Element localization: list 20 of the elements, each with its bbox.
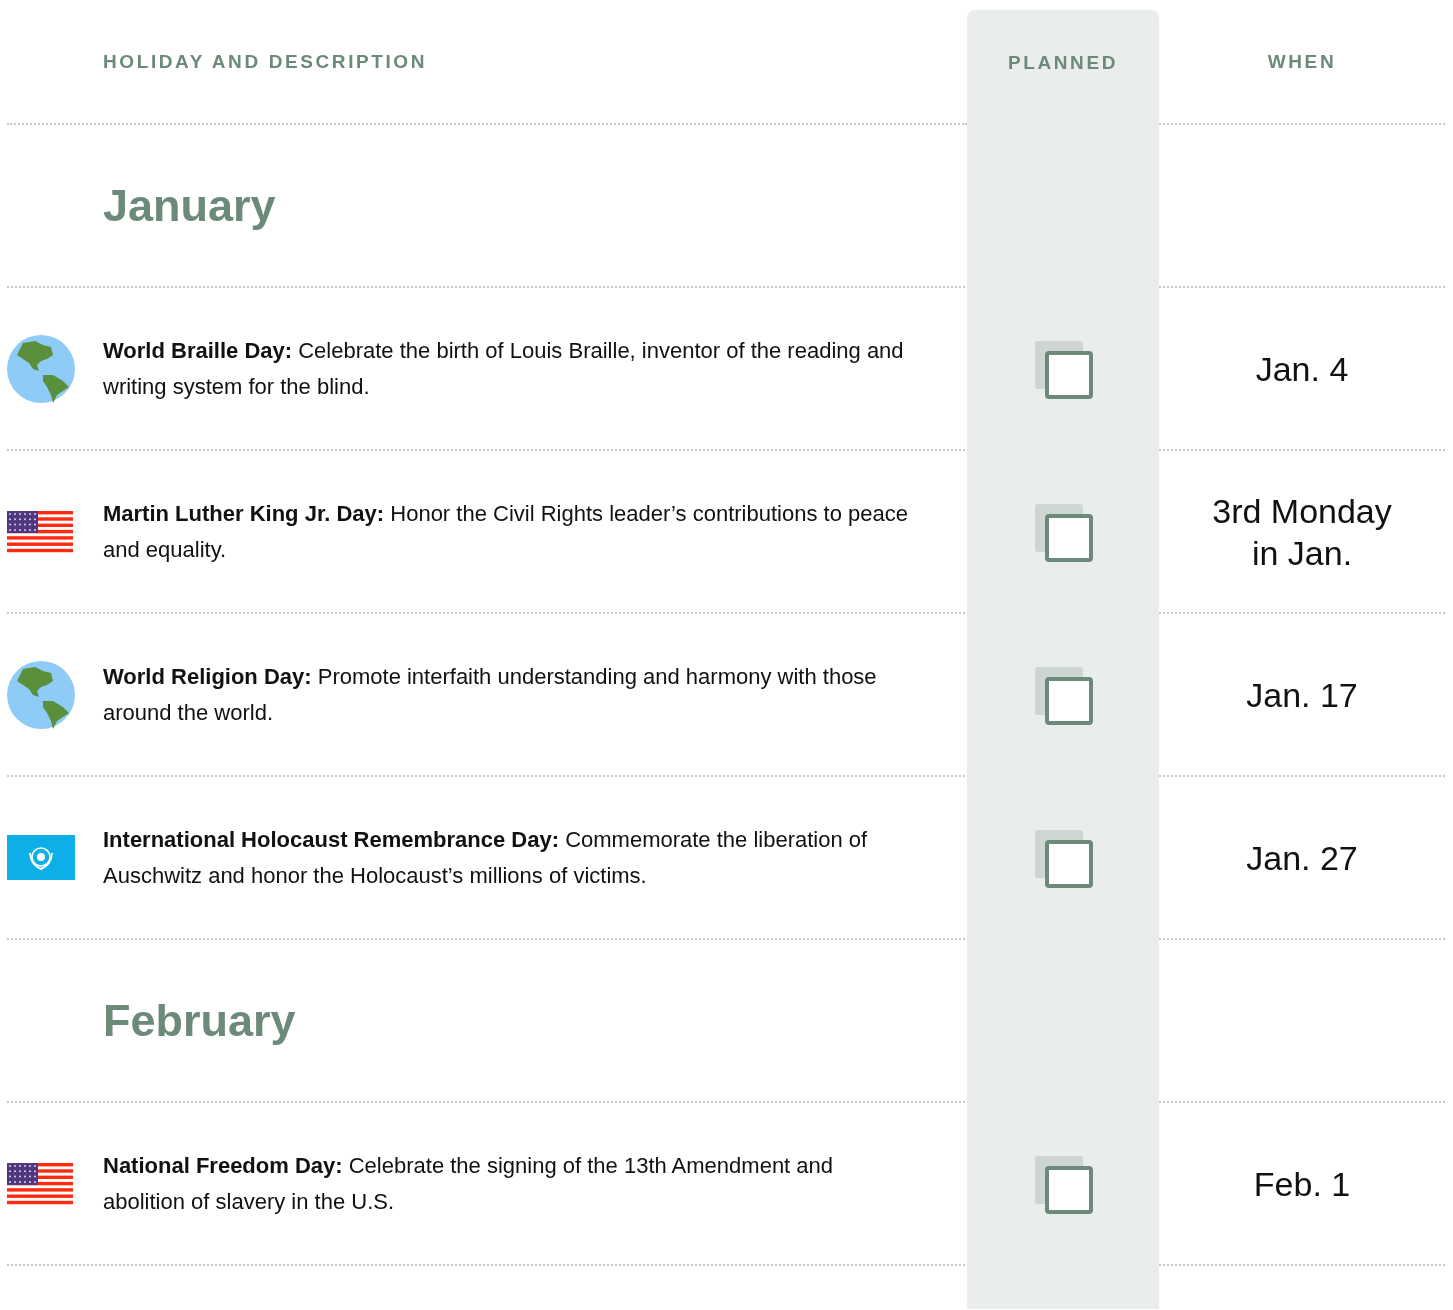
holiday-description: World Braille Day: Celebrate the birth of Louis Braille, inventor of the reading and writing system for the blind. (103, 336, 905, 401)
holiday-date: 3rd Monday in Jan. (1211, 490, 1393, 574)
holiday-description: International Holocaust Remembrance Day: Commemorate the liberation of Auschwitz and honor the Holocaust’s millions of victims. (103, 825, 869, 890)
globe-icon (7, 334, 75, 403)
column-header: HOLIDAY AND DESCRIPTION (103, 50, 428, 73)
holiday-description: Martin Luther King Jr. Day: Honor the Civil Rights leader’s contributions to peace and equality. (103, 499, 909, 564)
month-heading: February (103, 994, 296, 1047)
column-header: PLANNED (1007, 51, 1118, 74)
flag-icon (7, 1162, 73, 1205)
month-heading: January (103, 179, 276, 232)
globe-icon (7, 660, 75, 729)
holiday-date: Jan. 17 (1245, 674, 1359, 716)
holiday-date: Jan. 4 (1254, 348, 1350, 390)
holiday-description: World Religion Day: Promote interfaith understanding and harmony with those around the world. (103, 662, 878, 727)
holiday-date: Jan. 27 (1245, 837, 1359, 879)
flag-icon (7, 510, 73, 553)
column-header: WHEN (1267, 50, 1337, 73)
holiday-date: Feb. 1 (1252, 1163, 1352, 1205)
holiday-description: National Freedom Day: Celebrate the signing of the 13th Amendment and abolition of slavery in the U.S. (103, 1151, 835, 1216)
flag-icon (7, 835, 75, 880)
